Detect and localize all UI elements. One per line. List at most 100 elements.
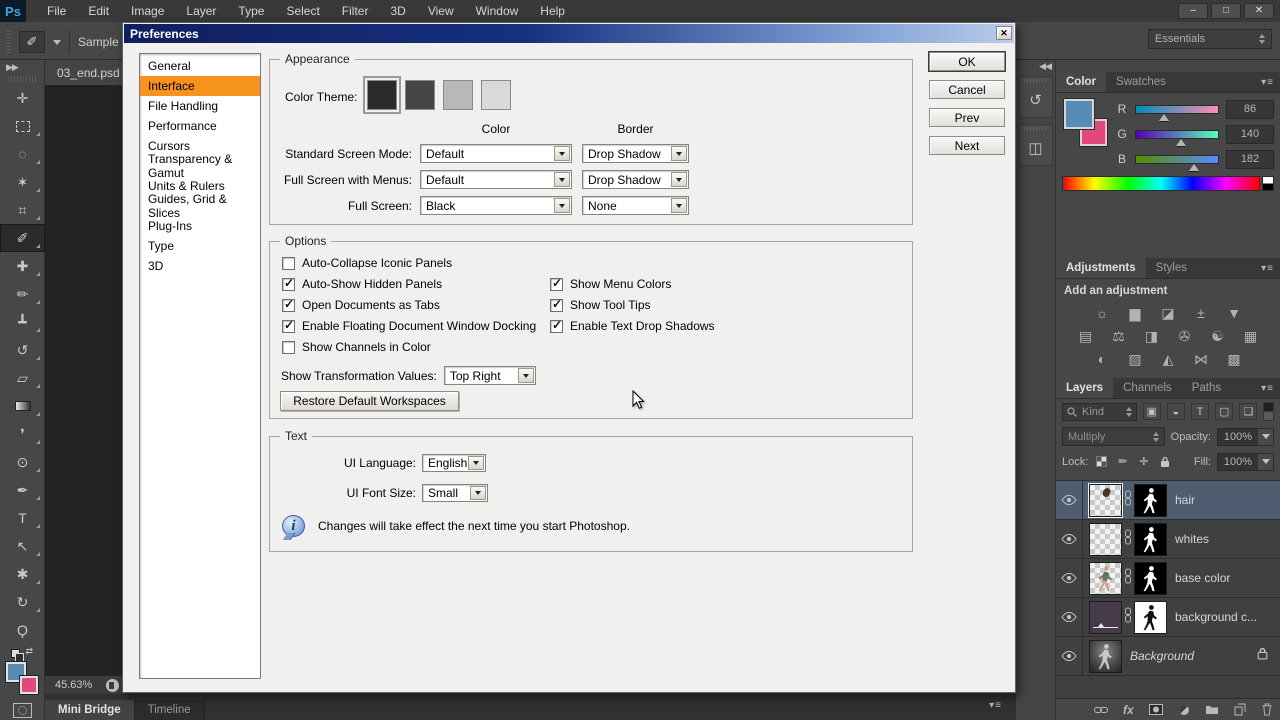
tab-color[interactable]: Color <box>1056 72 1107 92</box>
new-layer-icon[interactable] <box>1234 703 1246 716</box>
filtering-toggle[interactable] <box>1263 402 1274 421</box>
opacity-input[interactable]: 100% <box>1217 427 1274 446</box>
panel-menu-icon[interactable]: ▾≡ <box>989 700 1002 711</box>
checkbox[interactable] <box>282 276 295 291</box>
levels-icon[interactable]: ▆ <box>1125 304 1145 322</box>
tab-mini-bridge[interactable]: Mini Bridge <box>45 700 135 720</box>
channel-mixer-icon[interactable]: ☯ <box>1208 327 1228 345</box>
text-drop-shadows-checkbox-row[interactable]: Enable Text Drop Shadows <box>550 318 715 333</box>
blue-slider-thumb[interactable] <box>1189 163 1200 171</box>
filter-pixel-layers-icon[interactable]: ▣ <box>1142 403 1161 420</box>
visibility-eye-icon[interactable] <box>1056 559 1083 597</box>
document-status-icon[interactable] <box>106 678 120 692</box>
dropdown-arrow-icon[interactable] <box>1258 428 1273 445</box>
dropdown-arrow-icon[interactable] <box>554 146 570 161</box>
collapse-dock-icon[interactable]: ◀◀ <box>1016 60 1055 72</box>
standard-screen-color-select[interactable]: Default <box>420 144 572 163</box>
tab-layers[interactable]: Layers <box>1056 378 1114 398</box>
panel-menu-icon[interactable]: ▾≡ <box>1261 77 1274 88</box>
transform-values-select[interactable]: Top Right <box>443 366 536 385</box>
layer-thumbnail[interactable] <box>1089 561 1122 595</box>
delete-layer-trash-icon[interactable] <box>1261 703 1273 716</box>
selective-color-icon[interactable]: ▩ <box>1224 350 1244 368</box>
default-swap-colors[interactable]: ⇄ <box>11 646 33 662</box>
marquee-tool[interactable] <box>0 112 45 140</box>
exposure-icon[interactable]: ± <box>1191 304 1211 322</box>
red-slider-thumb[interactable] <box>1158 113 1169 121</box>
layer-thumbnail[interactable] <box>1089 639 1122 673</box>
floating-docking-checkbox-row[interactable]: Enable Floating Document Window Docking <box>282 318 536 333</box>
tab-adjustments[interactable]: Adjustments <box>1056 258 1146 278</box>
lock-pixels-icon[interactable]: ✏ <box>1115 455 1130 468</box>
color-balance-icon[interactable]: ⚖ <box>1109 327 1129 345</box>
spectrum-bw-end[interactable] <box>1262 176 1274 191</box>
layer-row-whites[interactable]: whites <box>1056 520 1280 559</box>
workspace-switcher[interactable]: Essentials <box>1148 29 1272 49</box>
shape-tool[interactable]: ✱ <box>0 560 45 588</box>
dropdown-arrow-icon[interactable] <box>671 198 687 213</box>
eraser-tool[interactable]: ▱ <box>0 364 45 392</box>
show-tool-tips-checkbox-row[interactable]: Show Tool Tips <box>550 297 651 312</box>
green-slider[interactable] <box>1135 129 1219 146</box>
visibility-eye-icon[interactable] <box>1056 637 1083 675</box>
dropdown-arrow-icon[interactable] <box>517 368 534 383</box>
foreground-color-swatch[interactable] <box>1063 98 1095 130</box>
checkbox[interactable] <box>282 318 295 333</box>
blur-tool[interactable]: ❜ <box>0 420 45 448</box>
checkbox[interactable] <box>282 256 295 270</box>
zoom-level[interactable]: 45.63% <box>55 679 92 691</box>
nav-item-file-handling[interactable]: File Handling <box>140 96 260 116</box>
expand-panel-icon[interactable]: ▶▶ <box>0 60 44 74</box>
restore-workspaces-button[interactable]: Restore Default Workspaces <box>280 391 459 411</box>
filter-adjustment-layers-icon[interactable]: ◒ <box>1166 403 1185 420</box>
pen-tool[interactable]: ✒ <box>0 476 45 504</box>
tab-styles[interactable]: Styles <box>1146 258 1197 278</box>
move-tool[interactable]: ✛ <box>0 84 45 112</box>
ok-button[interactable]: OK <box>929 52 1005 71</box>
dropdown-arrow-icon[interactable] <box>671 172 687 187</box>
theme-swatch-lightest[interactable] <box>481 80 511 110</box>
curves-icon[interactable]: ◪ <box>1158 304 1178 322</box>
add-layer-mask-icon[interactable] <box>1148 704 1163 715</box>
layer-mask-thumbnail[interactable] <box>1134 522 1167 556</box>
hue-saturation-icon[interactable]: ▤ <box>1076 327 1096 345</box>
prev-button[interactable]: Prev <box>929 108 1005 127</box>
checkbox[interactable] <box>282 297 295 312</box>
layer-row-background[interactable]: Background <box>1056 637 1280 676</box>
mask-link-icon[interactable] <box>1124 529 1132 550</box>
dropdown-arrow-icon[interactable] <box>671 146 687 161</box>
red-value[interactable]: 86 <box>1226 99 1274 119</box>
healing-brush-tool[interactable]: ✚ <box>0 252 45 280</box>
ui-language-select[interactable]: English <box>422 454 486 472</box>
layer-thumbnail[interactable] <box>1089 522 1122 556</box>
layer-mask-thumbnail[interactable] <box>1134 600 1167 634</box>
nav-item-transparency-gamut[interactable]: Transparency & Gamut <box>140 152 260 180</box>
dropdown-arrow-icon[interactable] <box>470 486 486 500</box>
full-screen-border-select[interactable]: None <box>582 196 689 215</box>
layer-row-hair[interactable]: hair <box>1056 481 1280 520</box>
tab-channels[interactable]: Channels <box>1113 378 1182 398</box>
blue-value[interactable]: 182 <box>1226 149 1274 169</box>
blend-mode-select[interactable]: Multiply <box>1062 427 1165 446</box>
layer-name[interactable]: hair <box>1175 493 1195 507</box>
menu-help[interactable]: Help <box>529 0 576 22</box>
green-value[interactable]: 140 <box>1226 124 1274 144</box>
black-white-icon[interactable]: ◨ <box>1142 327 1162 345</box>
gradient-tool[interactable] <box>0 392 45 420</box>
gradient-map-icon[interactable]: ⋈ <box>1191 350 1211 368</box>
next-button[interactable]: Next <box>929 136 1005 155</box>
rotate-view-tool[interactable]: ↻ <box>0 588 45 616</box>
filter-shape-layers-icon[interactable]: ▢ <box>1215 403 1234 420</box>
menu-type[interactable]: Type <box>227 0 275 22</box>
background-color-swatch[interactable] <box>19 675 39 695</box>
checkbox[interactable] <box>550 297 563 312</box>
menu-file[interactable]: File <box>36 0 77 22</box>
menu-image[interactable]: Image <box>120 0 175 22</box>
standard-screen-border-select[interactable]: Drop Shadow <box>582 144 689 163</box>
menu-window[interactable]: Window <box>465 0 530 22</box>
checkbox[interactable] <box>550 318 563 333</box>
dropdown-arrow-icon[interactable] <box>554 198 570 213</box>
layer-row-background-color[interactable]: background c... <box>1056 598 1280 637</box>
tab-swatches[interactable]: Swatches <box>1106 72 1176 92</box>
panel-menu-icon[interactable]: ▾≡ <box>1261 383 1274 394</box>
